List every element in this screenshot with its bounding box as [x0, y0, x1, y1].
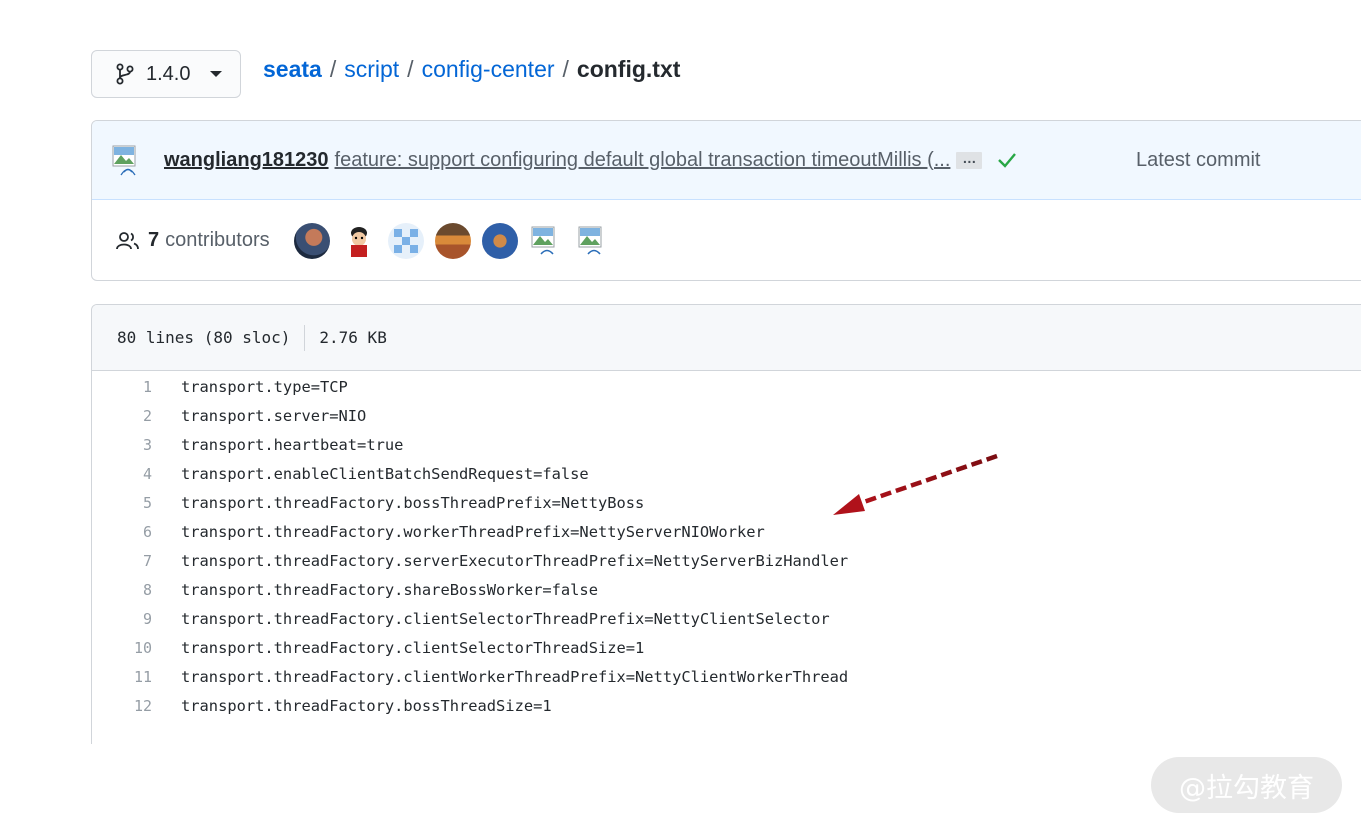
line-number[interactable]: 4	[92, 465, 152, 483]
line-content: transport.threadFactory.workerThreadPref…	[181, 522, 765, 541]
breadcrumb-script-link[interactable]: script	[344, 56, 399, 83]
line-content: transport.threadFactory.clientSelectorTh…	[181, 609, 830, 628]
line-content: transport.heartbeat=true	[181, 435, 404, 454]
commit-message-link[interactable]: feature: support configuring default glo…	[335, 149, 951, 172]
people-icon	[116, 231, 139, 249]
annotation-arrow-icon	[833, 453, 998, 515]
file-size: 2.76 KB	[319, 328, 387, 347]
contributors-label: contributors	[165, 229, 270, 251]
line-number[interactable]: 3	[92, 436, 152, 454]
branch-selector-button[interactable]: 1.4.0	[91, 50, 241, 98]
breadcrumb-repo-link[interactable]: seata	[263, 56, 322, 83]
code-line: 6 transport.threadFactory.workerThreadPre…	[92, 517, 1361, 546]
line-content: transport.threadFactory.bossThreadPrefix…	[181, 493, 645, 512]
line-number[interactable]: 10	[92, 639, 152, 657]
broken-image-icon	[578, 226, 602, 255]
latest-commit-label: Latest commit	[1136, 149, 1261, 171]
contributor-avatar-broken[interactable]	[576, 223, 612, 259]
code-line: 5 transport.threadFactory.bossThreadPrefi…	[92, 488, 1361, 517]
code-line: 3 transport.heartbeat=true	[92, 430, 1361, 459]
contributor-avatar[interactable]	[340, 222, 377, 259]
broken-image-icon	[112, 145, 136, 176]
author-avatar[interactable]	[110, 142, 146, 178]
code-line: 8 transport.threadFactory.shareBossWorker…	[92, 575, 1361, 604]
contributor-avatar[interactable]	[387, 222, 424, 259]
line-content: transport.threadFactory.clientWorkerThre…	[181, 667, 849, 686]
code-line: 11 transport.threadFactory.clientWorkerTh…	[92, 662, 1361, 691]
broken-image-icon	[531, 226, 555, 255]
line-number[interactable]: 6	[92, 523, 152, 541]
line-number[interactable]: 8	[92, 581, 152, 599]
git-branch-icon	[116, 63, 134, 85]
contributors-count: 7	[148, 229, 160, 251]
code-line: 4 transport.enableClientBatchSendRequest=…	[92, 459, 1361, 488]
branch-label: 1.4.0	[146, 62, 191, 85]
line-content: transport.threadFactory.bossThreadSize=1	[181, 696, 552, 715]
breadcrumb: seata / script / config-center / config.…	[263, 56, 680, 83]
code-body: 1 transport.type=TCP 2 transport.server=NIO…	[92, 371, 1361, 720]
line-number[interactable]: 11	[92, 668, 152, 686]
breadcrumb-separator: /	[329, 56, 337, 82]
header-divider	[304, 324, 306, 351]
breadcrumb-file-name: config.txt	[576, 56, 681, 82]
line-number[interactable]: 9	[92, 610, 152, 628]
line-content: transport.threadFactory.serverExecutorTh…	[181, 551, 849, 570]
file-viewer: 80 lines (80 sloc) 2.76 KB 1 transport.ty…	[91, 304, 1361, 744]
watermark-badge: @拉勾教育	[1151, 757, 1342, 813]
line-content: transport.type=TCP	[181, 377, 348, 396]
line-content: transport.enableClientBatchSendRequest=f…	[181, 464, 589, 483]
contributor-avatars	[293, 222, 612, 259]
code-line: 1 transport.type=TCP	[92, 372, 1361, 401]
breadcrumb-config-center-link[interactable]: config-center	[422, 56, 555, 83]
code-line: 9 transport.threadFactory.clientSelectorT…	[92, 604, 1361, 633]
line-content: transport.server=NIO	[181, 406, 367, 425]
commit-row: wangliang181230 feature: support configu…	[92, 121, 1361, 200]
line-number[interactable]: 1	[92, 378, 152, 396]
latest-commit-box: wangliang181230 feature: support configu…	[91, 120, 1361, 281]
line-content: transport.threadFactory.clientSelectorTh…	[181, 638, 645, 657]
code-line: 2 transport.server=NIO	[92, 401, 1361, 430]
contributor-avatar[interactable]	[434, 222, 471, 259]
commit-author-link[interactable]: wangliang181230	[164, 149, 329, 172]
breadcrumb-separator: /	[562, 56, 569, 82]
line-number[interactable]: 7	[92, 552, 152, 570]
line-content: transport.threadFactory.shareBossWorker=…	[181, 580, 598, 599]
code-line: 7 transport.threadFactory.serverExecutorT…	[92, 546, 1361, 575]
expand-commit-button[interactable]: …	[956, 151, 983, 169]
check-icon[interactable]	[996, 149, 1018, 171]
chevron-down-icon	[210, 71, 223, 77]
breadcrumb-separator: /	[407, 56, 414, 82]
code-line: 10 transport.threadFactory.clientSelector…	[92, 633, 1361, 662]
contributor-avatar-broken[interactable]	[529, 223, 565, 259]
line-number[interactable]: 12	[92, 697, 152, 715]
contributor-avatar[interactable]	[293, 222, 330, 259]
line-number[interactable]: 2	[92, 407, 152, 425]
file-header: 80 lines (80 sloc) 2.76 KB	[92, 305, 1361, 371]
code-line: 12 transport.threadFactory.bossThreadSize…	[92, 691, 1361, 720]
line-number[interactable]: 5	[92, 494, 152, 512]
contributor-avatar[interactable]	[481, 222, 518, 259]
contributors-link[interactable]: 7 contributors	[140, 229, 270, 252]
contributors-row: 7 contributors	[92, 200, 1361, 280]
file-lines-info: 80 lines (80 sloc)	[117, 328, 291, 347]
